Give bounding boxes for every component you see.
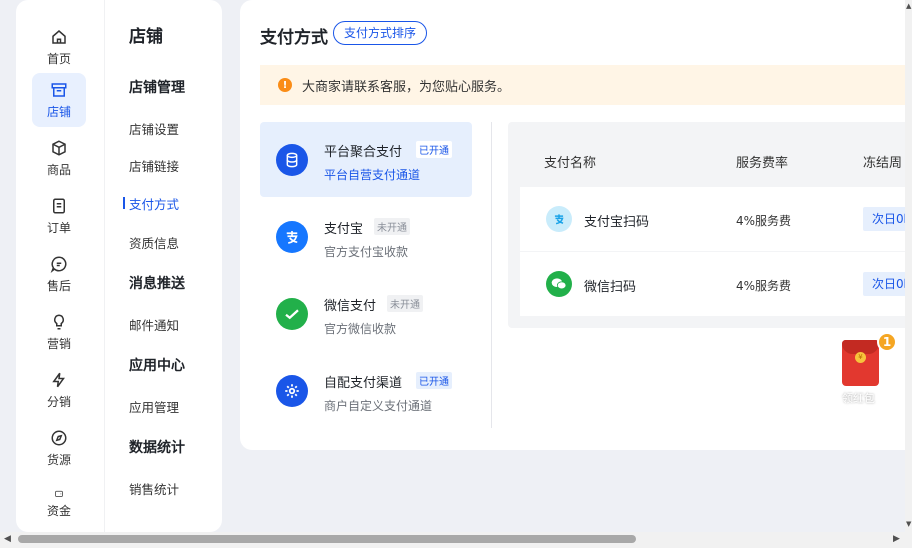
submenu-item-store-settings[interactable]: 店铺设置 [129,119,179,138]
rail-item-funds[interactable]: 资金 [32,479,86,519]
rail-label: 售后 [46,278,71,293]
submenu-item-payment[interactable]: 支付方式 [122,194,179,213]
lightning-icon [52,372,65,387]
rail-label: 营销 [46,336,71,351]
rail-item-home[interactable]: 首页 [32,20,86,74]
status-badge: 未开通 [374,218,410,235]
box-icon [52,139,66,156]
payment-sort-button[interactable]: 支付方式排序 [333,21,428,45]
scroll-left-arrow-icon[interactable]: ◀ [4,534,11,544]
notification-badge: 1 [877,332,897,352]
method-name: 自配支付渠道 [324,376,403,391]
method-name: 微信支付 [324,299,377,314]
wallet-icon [55,490,63,497]
rail-item-distribution[interactable]: 分销 [32,363,86,417]
warning-icon: ! [278,78,292,92]
rail-label: 店铺 [46,104,71,119]
nav-rail: 首页 店铺 商品 订单 售后 营销 分销 货源 资金 [16,0,104,532]
status-badge: 未开通 [387,295,423,312]
gear-icon [276,375,308,407]
method-desc: 平台自营支付通道 [324,168,421,182]
divider [491,122,492,428]
scrollbar-thumb[interactable] [18,535,636,543]
submenu-item-sales[interactable]: 销售统计 [129,479,179,498]
status-badge: 已开通 [416,141,452,158]
column-header: 冻结周 [863,156,903,171]
order-icon [53,198,65,213]
rail-label: 货源 [46,452,71,467]
column-header: 支付名称 [544,156,597,171]
submenu-item-apps[interactable]: 应用管理 [129,397,179,416]
wechat-icon [546,271,572,297]
rail-item-aftersale[interactable]: 售后 [32,247,86,301]
rail-label: 资金 [46,504,71,518]
row-fee: 4%服务费 [736,214,792,228]
method-platform[interactable]: 平台聚合支付 已开通 平台自营支付通道 [260,122,472,197]
red-packet-widget[interactable]: ¥ 1 领红包 [842,332,897,405]
payment-table: 支付名称 服务费率 冻结周 支付宝扫码 4%服务费 次日0时 微信扫码 4%服务… [508,122,912,328]
row-name: 微信扫码 [584,280,637,295]
submenu-group: 店铺管理 [129,80,185,96]
rail-item-goods[interactable]: 商品 [32,131,86,185]
submenu-item-email[interactable]: 邮件通知 [129,315,179,334]
scroll-right-arrow-icon[interactable]: ▶ [893,534,900,544]
vertical-scrollbar[interactable] [905,0,912,532]
column-header: 服务费率 [736,156,789,171]
row-fee: 4%服务费 [736,279,792,293]
rail-label: 商品 [46,162,71,177]
wechat-pay-icon [276,298,308,330]
submenu-item-qualification[interactable]: 资质信息 [129,233,179,252]
coin-icon: ¥ [855,352,866,363]
rail-label: 订单 [46,220,71,235]
main-panel: 支付方式 支付方式排序 ! 大商家请联系客服，为您贴心服务。 平台聚合支付 已开… [240,0,912,450]
database-icon [276,144,308,176]
submenu-group: 数据统计 [129,440,185,456]
aftersale-icon [50,255,67,273]
method-name: 支付宝 [324,222,364,237]
submenu-group: 应用中心 [129,358,185,374]
scroll-down-arrow-icon[interactable]: ▼ [906,520,911,528]
rail-item-orders[interactable]: 订单 [32,189,86,243]
scroll-up-arrow-icon[interactable]: ▲ [906,2,911,10]
table-row: 支付宝扫码 4%服务费 次日0时 [520,187,912,251]
row-name: 支付宝扫码 [584,215,650,230]
compass-icon [51,430,67,445]
submenu-title: 店铺 [129,27,163,47]
red-packet-label: 领红包 [842,392,875,405]
method-custom[interactable]: 自配支付渠道 已开通 商户自定义支付通道 [260,353,472,428]
submenu-group: 消息推送 [129,276,185,292]
bulb-icon [53,313,65,329]
rail-label: 首页 [46,51,71,66]
rail-label: 分销 [46,394,71,409]
method-desc: 官方支付宝收款 [324,245,409,259]
sub-menu: 店铺 店铺管理 店铺设置 店铺链接 支付方式 资质信息 消息推送 邮件通知 应用… [104,0,222,532]
notice-bar: ! 大商家请联系客服，为您贴心服务。 [260,65,912,105]
rail-item-marketing[interactable]: 营销 [32,305,86,359]
alipay-icon [276,221,308,253]
method-alipay[interactable]: 支付宝 未开通 官方支付宝收款 [260,199,472,274]
method-desc: 官方微信收款 [324,322,397,336]
method-wechat[interactable]: 微信支付 未开通 官方微信收款 [260,276,472,351]
notice-text: 大商家请联系客服，为您贴心服务。 [302,79,511,95]
method-desc: 商户自定义支付通道 [324,399,433,413]
page-title: 支付方式 [260,28,328,48]
table-row: 微信扫码 4%服务费 次日0时 [520,252,912,316]
submenu-item-store-link[interactable]: 店铺链接 [129,156,179,175]
rail-item-supply[interactable]: 货源 [32,421,86,475]
method-name: 平台聚合支付 [324,145,403,160]
rail-item-store[interactable]: 店铺 [32,73,86,127]
store-icon [51,82,67,97]
alipay-icon [546,206,572,232]
status-badge: 已开通 [416,372,452,389]
home-icon [52,29,66,44]
